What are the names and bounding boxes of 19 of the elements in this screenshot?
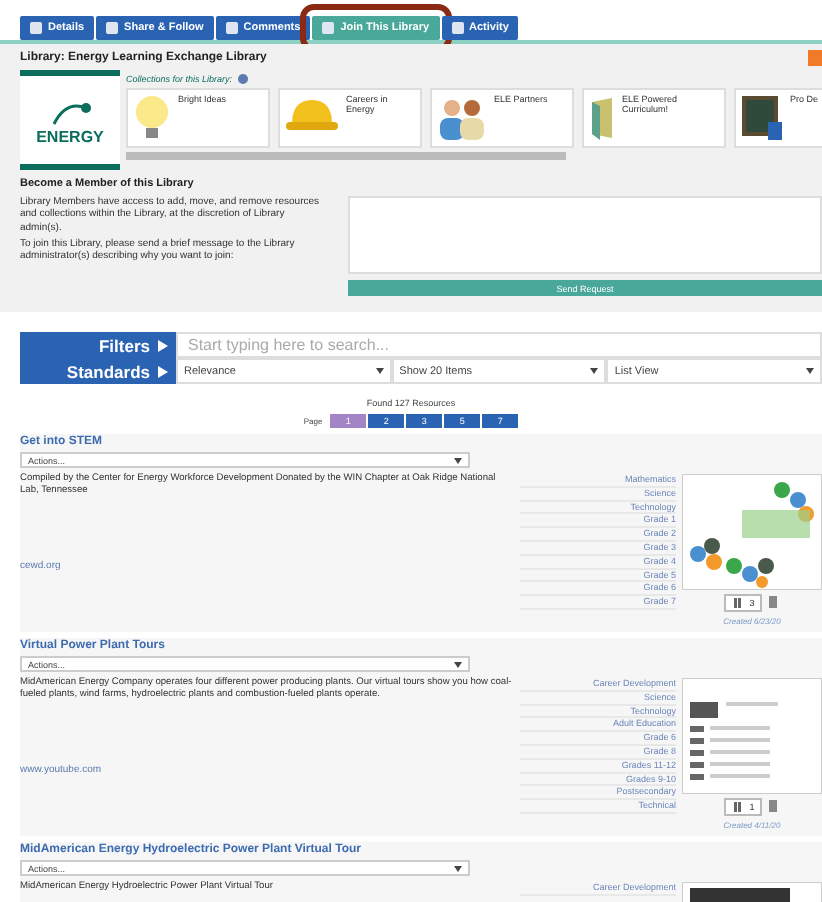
- lightbulb-icon: [132, 94, 172, 142]
- people-icon: [436, 94, 488, 142]
- tab-icon: [322, 22, 335, 34]
- scrollbar[interactable]: [126, 152, 566, 160]
- chalkboard-icon: [740, 94, 784, 142]
- info-icon[interactable]: [238, 74, 249, 84]
- tab-icon: [225, 22, 238, 34]
- trash-icon[interactable]: [766, 594, 781, 608]
- search-field[interactable]: Start typing here to search...: [176, 332, 822, 358]
- books-icon: [731, 596, 746, 610]
- books-icon: [731, 800, 746, 814]
- hard-hat-icon: [284, 94, 340, 134]
- tab-icon: [451, 22, 464, 34]
- message-field[interactable]: [348, 196, 822, 274]
- energy-logo: ENERGY: [20, 70, 120, 170]
- folder-icon: [588, 94, 616, 142]
- tab-icon: [106, 22, 119, 34]
- tab-icon: [30, 22, 42, 34]
- trash-icon[interactable]: [766, 798, 781, 812]
